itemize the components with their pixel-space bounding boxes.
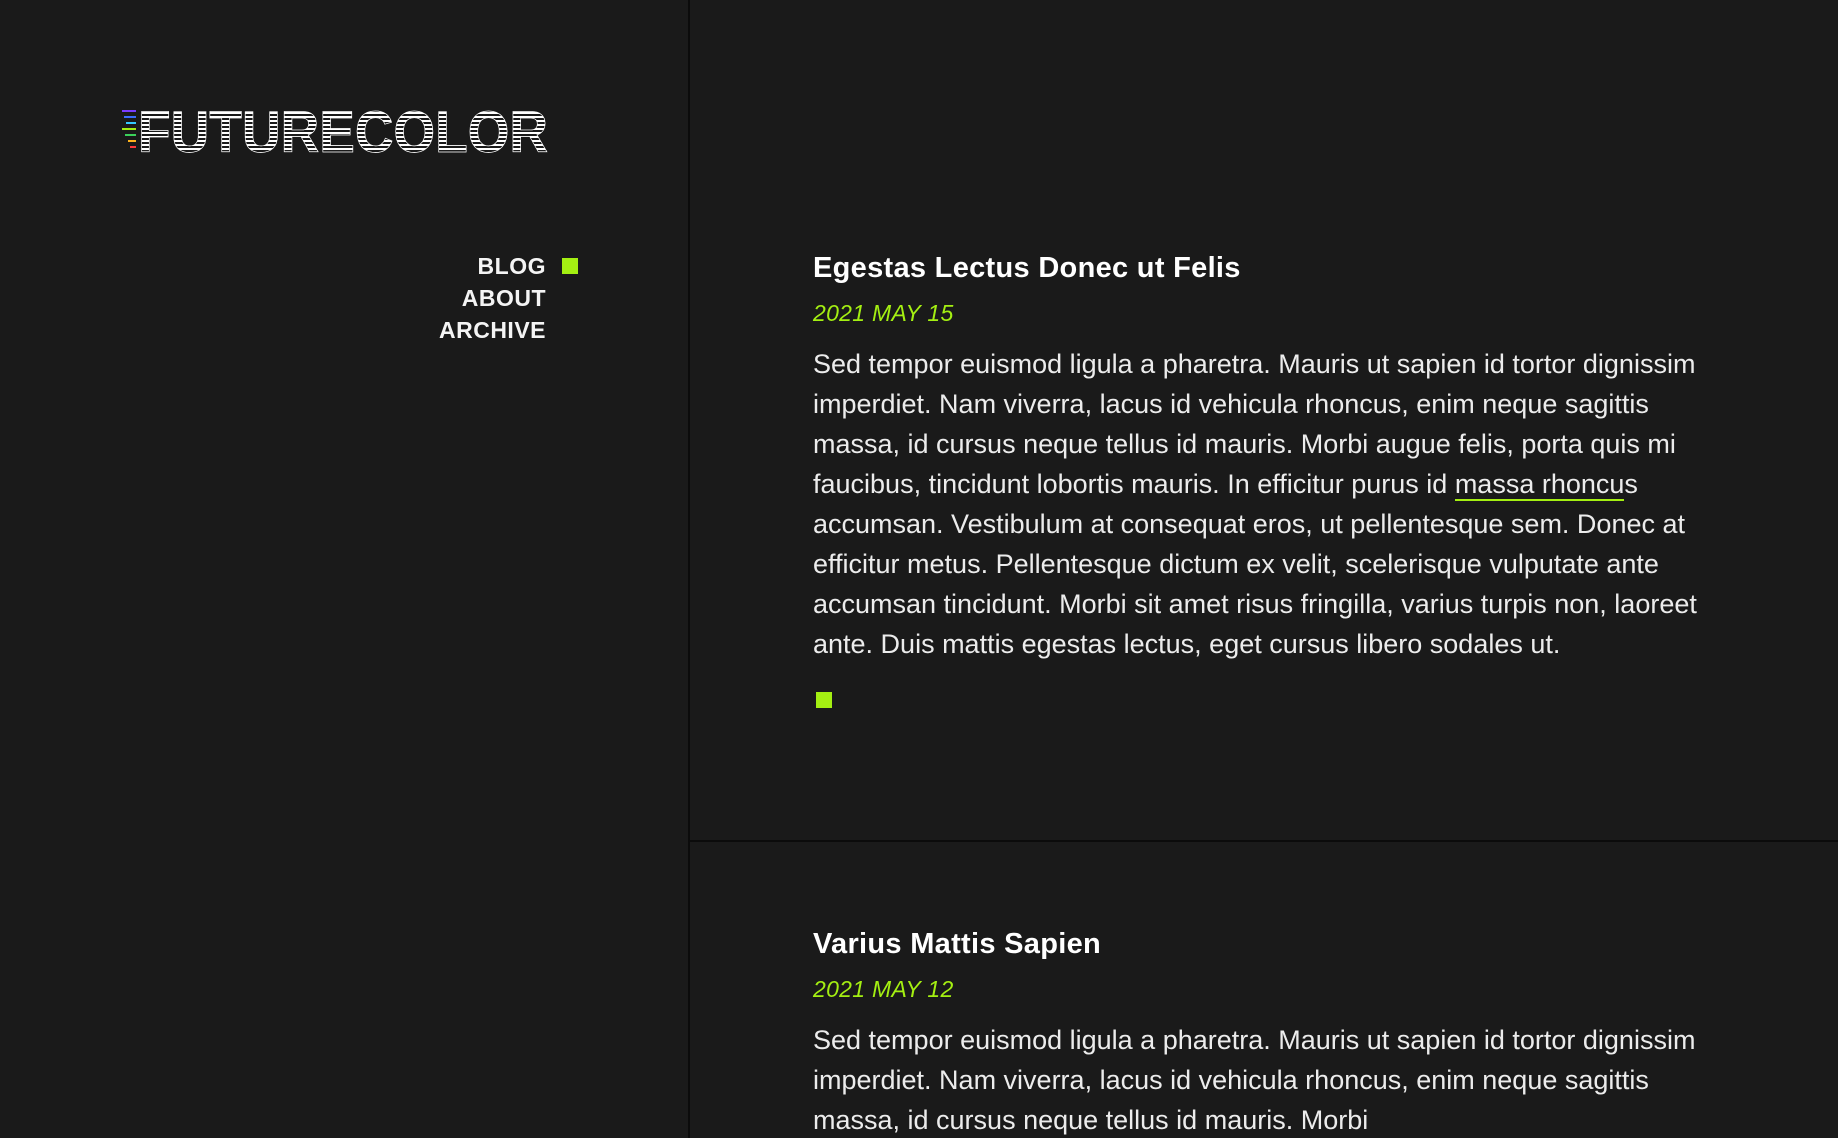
post-end-marker [816,692,832,708]
active-indicator [562,258,578,274]
nav-item-blog-label: BLOG [477,253,546,279]
nav-item-about-label: ABOUT [461,285,546,311]
inline-link[interactable]: massa rhoncu [1454,469,1625,501]
nav-item-archive-label: ARCHIVE [438,317,546,343]
post-title[interactable]: Varius Mattis Sapien [813,922,1838,966]
main-nav: BLOG ABOUT ARCHIVE [246,250,578,346]
brand-logo[interactable]: FUTURECOLOR [122,100,552,165]
post-date: 2021 MAY 15 [813,300,954,326]
post-date: 2021 MAY 12 [813,976,954,1002]
main-content: Egestas Lectus Donec ut Felis 2021 MAY 1… [690,0,1838,1138]
post-divider [690,840,1838,842]
futurecolor-logo-icon: FUTURECOLOR [122,100,548,165]
nav-item-about[interactable]: ABOUT [246,282,546,314]
post-body: Sed tempor euismod ligula a pharetra. Ma… [813,344,1703,664]
blog-post: Varius Mattis Sapien 2021 MAY 12 Sed tem… [690,922,1838,1138]
page: FUTURECOLOR BLOG ABOUT ARCHIVE Egestas L… [0,0,1838,1138]
post-title[interactable]: Egestas Lectus Donec ut Felis [813,246,1838,290]
nav-item-archive[interactable]: ARCHIVE [246,314,546,346]
sidebar: FUTURECOLOR BLOG ABOUT ARCHIVE [0,0,690,1138]
nav-item-blog[interactable]: BLOG [246,250,578,282]
post-body: Sed tempor euismod ligula a pharetra. Ma… [813,1025,1696,1135]
blog-post: Egestas Lectus Donec ut Felis 2021 MAY 1… [690,246,1838,708]
logo-text: FUTURECOLOR [138,100,548,156]
